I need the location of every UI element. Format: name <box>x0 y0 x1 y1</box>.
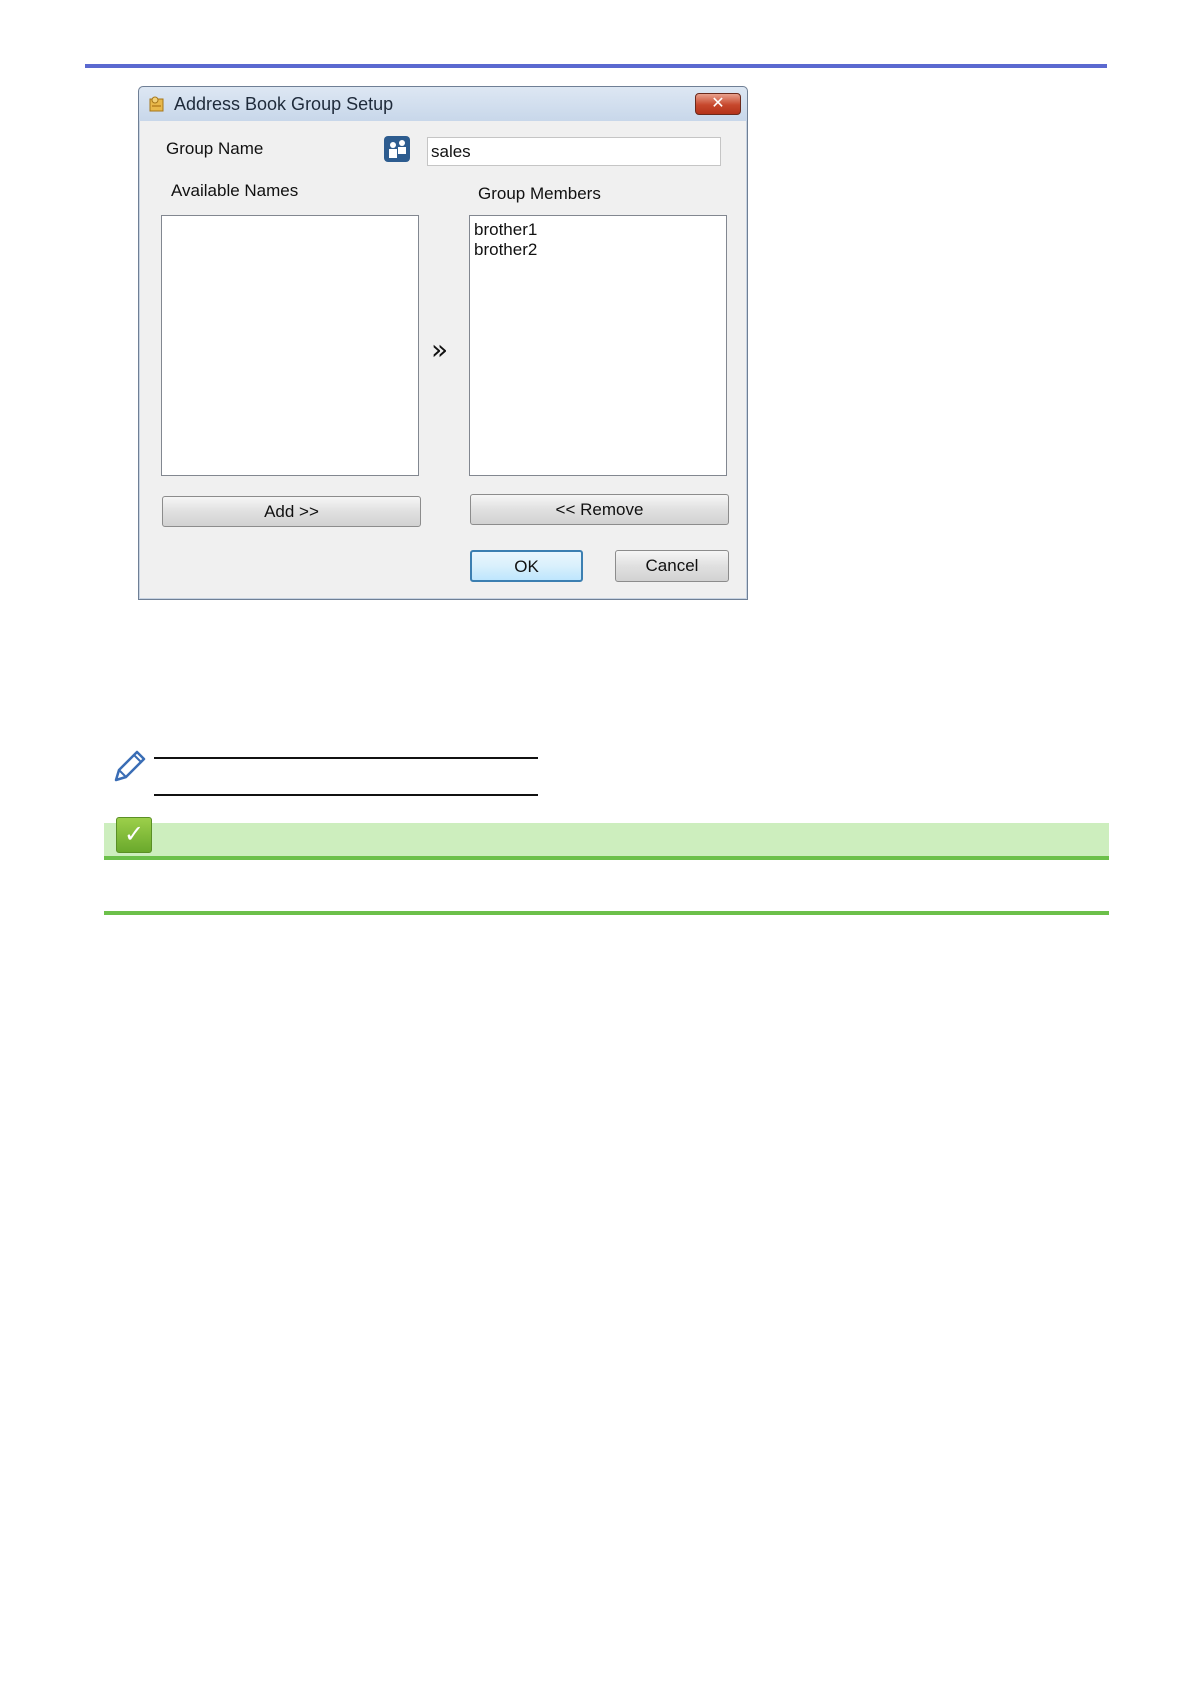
dialog-title: Address Book Group Setup <box>174 94 394 114</box>
note-rule-bottom <box>154 794 538 796</box>
related-info-rule-top <box>104 856 1109 860</box>
available-names-label: Available Names <box>171 181 299 200</box>
remove-button[interactable]: << Remove <box>470 494 729 525</box>
close-icon: ✕ <box>711 95 725 112</box>
pencil-icon <box>114 750 146 782</box>
group-name-input[interactable]: sales <box>427 137 721 166</box>
group-members-list[interactable]: brother1 brother2 <box>469 215 727 476</box>
add-button[interactable]: Add >> <box>162 496 421 527</box>
top-divider <box>85 64 1107 68</box>
contacts-icon-graphic <box>389 140 406 158</box>
dialog-titlebar: Address Book Group Setup ✕ <box>139 87 747 121</box>
double-chevron-right-icon: » <box>431 333 449 366</box>
list-item[interactable]: brother1 <box>474 220 722 240</box>
ok-button[interactable]: OK <box>470 550 583 582</box>
contacts-icon[interactable] <box>384 136 410 162</box>
note-rule-top <box>154 757 538 759</box>
close-button[interactable]: ✕ <box>695 93 741 115</box>
checkmark-icon: ✓ <box>116 817 152 853</box>
available-names-list[interactable] <box>161 215 419 476</box>
related-info-rule-bottom <box>104 911 1109 915</box>
group-members-label: Group Members <box>478 184 601 203</box>
group-name-label: Group Name <box>166 139 264 158</box>
cancel-button[interactable]: Cancel <box>615 550 729 582</box>
list-item[interactable]: brother2 <box>474 240 722 260</box>
related-info-band <box>104 823 1109 857</box>
address-book-icon <box>149 96 164 112</box>
